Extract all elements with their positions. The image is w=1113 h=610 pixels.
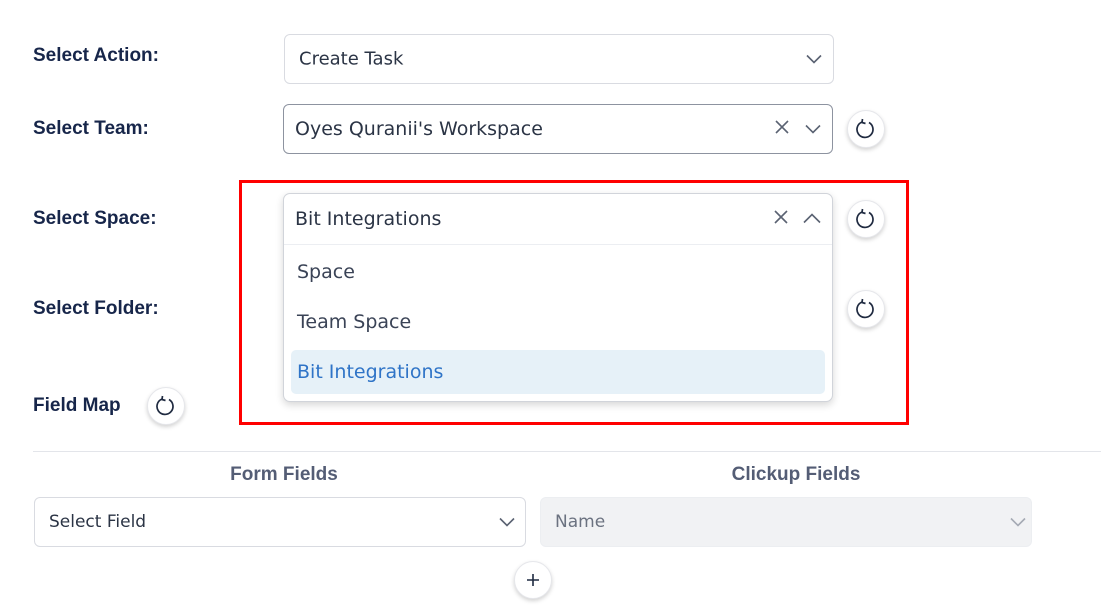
close-icon[interactable]	[774, 119, 790, 139]
action-select[interactable]: Create Task	[284, 34, 834, 84]
refresh-field-map-button[interactable]	[147, 387, 185, 425]
form-field-select-value: Select Field	[49, 512, 147, 532]
action-select-value: Create Task	[299, 48, 404, 70]
chevron-down-icon[interactable]	[805, 50, 823, 69]
highlight-box	[239, 180, 909, 425]
clickup-field-select-value: Name	[555, 512, 606, 532]
form-field-select[interactable]: Select Field	[34, 497, 526, 547]
select-folder-label: Select Folder:	[33, 298, 159, 319]
clickup-field-select: Name	[540, 497, 1032, 547]
chevron-down-icon	[1009, 513, 1027, 532]
chevron-down-icon[interactable]	[498, 513, 516, 532]
select-space-label: Select Space:	[33, 208, 157, 229]
add-field-button[interactable]	[514, 561, 552, 599]
divider	[33, 451, 1101, 452]
refresh-icon	[156, 395, 174, 416]
plus-icon	[527, 574, 539, 586]
chevron-down-icon[interactable]	[804, 120, 822, 139]
team-select[interactable]: Oyes Quranii's Workspace	[283, 104, 833, 154]
clickup-fields-header: Clickup Fields	[731, 464, 861, 485]
form-fields-header: Form Fields	[230, 464, 338, 485]
select-team-label: Select Team:	[33, 118, 149, 139]
team-select-value: Oyes Quranii's Workspace	[295, 118, 543, 140]
select-action-label: Select Action:	[33, 45, 159, 66]
refresh-team-button[interactable]	[847, 110, 885, 148]
refresh-icon	[856, 118, 874, 139]
field-map-title: Field Map	[33, 395, 121, 416]
